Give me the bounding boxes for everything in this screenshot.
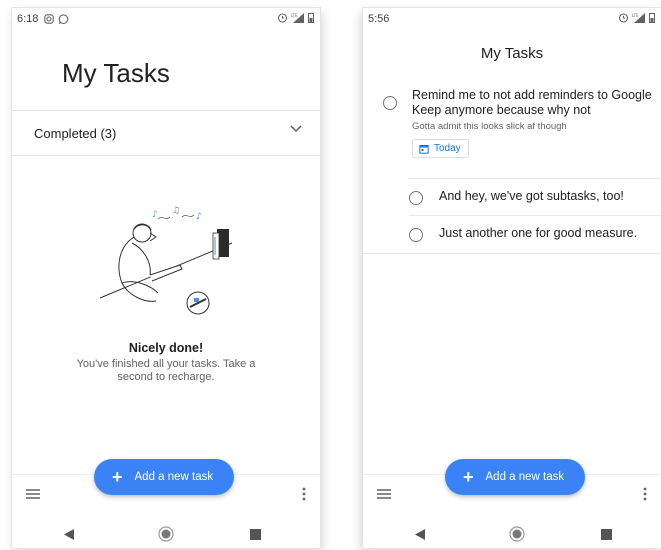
back-icon[interactable] <box>415 529 425 540</box>
more-vert-icon[interactable] <box>643 487 647 501</box>
divider <box>409 178 661 179</box>
status-bar: 5:56 LTE <box>363 8 661 30</box>
task-item[interactable]: Remind me to not add reminders to Google… <box>363 84 661 176</box>
more-vert-icon[interactable] <box>302 487 306 501</box>
svg-text:♫: ♫ <box>172 206 180 216</box>
task-title: Remind me to not add reminders to Google… <box>412 88 652 117</box>
empty-state-title: Nicely done! <box>128 341 204 355</box>
left-phone-screen: 6:18 LTE My Tasks Completed (3) ♪ ♫ ♪ Ni… <box>12 8 320 548</box>
completed-label: Completed (3) <box>34 125 117 141</box>
alarm-icon <box>277 12 288 23</box>
completed-section-toggle[interactable]: Completed (3) <box>12 110 320 156</box>
add-task-button[interactable]: + Add a new task <box>94 459 234 495</box>
subtask-complete-radio[interactable] <box>409 191 423 205</box>
battery-icon <box>308 12 314 23</box>
svg-text:♪: ♪ <box>152 210 158 220</box>
status-time: 6:18 <box>17 13 39 25</box>
battery-icon <box>649 12 655 23</box>
lte-signal-icon: LTE <box>632 12 646 23</box>
status-bar: 6:18 LTE <box>12 8 320 30</box>
subtask-item[interactable]: Just another one for good measure. <box>363 217 661 251</box>
plus-icon: + <box>112 466 123 487</box>
subtask-title: Just another one for good measure. <box>439 226 638 240</box>
alarm-icon <box>618 12 629 23</box>
svg-text:LTE: LTE <box>291 13 298 18</box>
calendar-icon <box>419 144 429 154</box>
subtask-item[interactable]: And hey, we've got subtasks, too! <box>363 180 661 214</box>
instagram-icon <box>44 14 55 24</box>
divider <box>363 253 661 254</box>
divider <box>409 215 661 216</box>
add-task-button[interactable]: + Add a new task <box>445 459 585 495</box>
subtask-title: And hey, we've got subtasks, too! <box>439 189 624 203</box>
home-icon[interactable] <box>158 526 174 542</box>
empty-state-message: You've finished all your tasks. Take a s… <box>76 358 256 383</box>
page-title: My Tasks <box>480 45 544 62</box>
page-title: My Tasks <box>62 58 170 88</box>
home-icon[interactable] <box>509 526 525 542</box>
task-complete-radio[interactable] <box>383 96 397 110</box>
add-task-label: Add a new task <box>134 471 214 483</box>
system-nav-bar <box>12 520 320 548</box>
system-nav-bar <box>363 520 661 548</box>
recents-icon[interactable] <box>601 529 612 540</box>
svg-text:♪: ♪ <box>196 212 202 222</box>
relaxing-person-illustration: ♪ ♫ ♪ <box>92 203 242 323</box>
plus-icon: + <box>463 466 474 487</box>
right-phone-screen: 5:56 LTE My Tasks Remind me to not add r… <box>363 8 661 548</box>
lte-signal-icon: LTE <box>291 12 305 23</box>
chevron-down-icon[interactable] <box>290 125 302 133</box>
svg-text:LTE: LTE <box>632 13 639 18</box>
whatsapp-icon <box>58 13 69 25</box>
add-task-label: Add a new task <box>485 471 565 483</box>
recents-icon[interactable] <box>250 529 261 540</box>
menu-icon[interactable] <box>377 489 391 499</box>
back-icon[interactable] <box>64 529 74 540</box>
subtask-complete-radio[interactable] <box>409 228 423 242</box>
due-date-label: Today <box>434 143 461 154</box>
menu-icon[interactable] <box>26 489 40 499</box>
task-note: Gotta admit this looks slick af though <box>412 121 567 132</box>
due-date-chip[interactable]: Today <box>412 139 469 158</box>
status-time: 5:56 <box>368 13 390 25</box>
